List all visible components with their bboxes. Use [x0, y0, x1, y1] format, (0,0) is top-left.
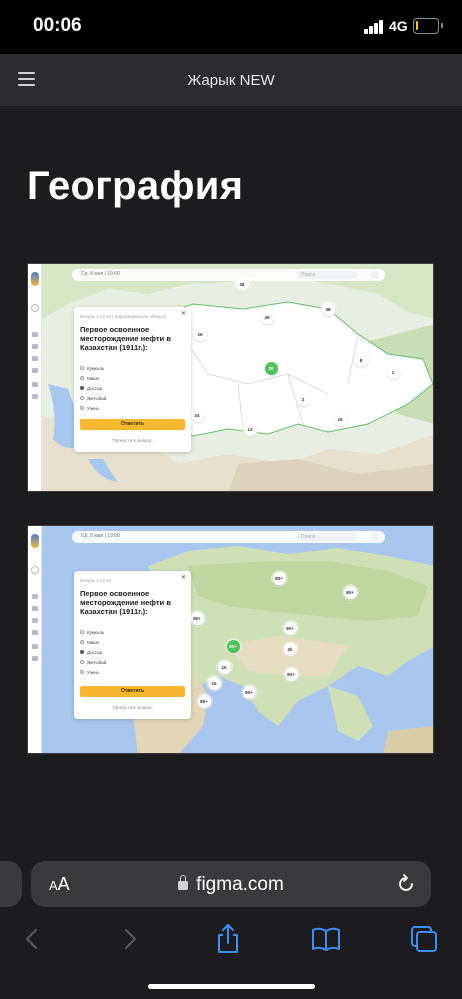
sidebar-icon-grid — [32, 594, 38, 599]
map-cluster[interactable]: 1 — [386, 365, 400, 379]
map-cluster[interactable]: 26 — [193, 327, 207, 341]
bell-icon[interactable] — [371, 271, 379, 279]
map-cluster[interactable]: 80+ — [190, 611, 204, 625]
url-text: figma.com — [196, 874, 284, 895]
map-cluster[interactable]: 8 — [354, 353, 368, 367]
home-indicator[interactable] — [148, 984, 315, 989]
map-cluster[interactable]: 24 — [190, 408, 204, 422]
signal-icon — [364, 20, 384, 34]
compass-icon — [31, 566, 39, 574]
quiz-card: Вопрос 1 из 10 | Карагандинская область … — [74, 307, 191, 452]
map-cluster[interactable]: 13 — [243, 422, 257, 436]
lock-icon — [178, 875, 189, 890]
status-bar: 00:06 4G — [0, 0, 462, 54]
back-icon[interactable] — [15, 922, 49, 956]
answer-button[interactable]: Ответить — [80, 419, 185, 430]
sidebar-icon-trophy — [32, 382, 38, 387]
map-date: Ср, 8 мая | 19:00 — [81, 271, 120, 277]
map-topbar: Ср, 8 мая | 19:00 Поиск — [72, 531, 385, 543]
map-cluster[interactable]: 38 — [321, 302, 335, 316]
page-title: География — [27, 164, 244, 208]
browser-nav-row — [0, 918, 462, 962]
quiz-option[interactable]: Кумколь — [80, 627, 106, 637]
map-date: Ср, 8 мая | 19:00 — [81, 533, 120, 539]
forward-icon[interactable] — [113, 922, 147, 956]
map-cluster[interactable]: 15 — [207, 676, 221, 690]
map-search-input[interactable]: Поиск — [297, 533, 357, 541]
quiz-option[interactable]: Жетыбай — [80, 393, 106, 403]
status-time: 00:06 — [33, 15, 82, 36]
quiz-question: Первое освоенное месторождение нефти в К… — [80, 589, 171, 616]
browser-toolbar: AA figma.com — [0, 858, 462, 999]
quiz-option[interactable]: Макат — [80, 637, 106, 647]
share-icon[interactable] — [211, 922, 245, 956]
map-preview-eurasia[interactable]: Ср, 8 мая | 19:00 Поиск Вопрос 1 из 10 ✕… — [27, 525, 434, 754]
sidebar-icon-list — [32, 606, 38, 611]
map-cluster[interactable]: 10 — [217, 660, 231, 674]
close-icon[interactable]: ✕ — [180, 575, 187, 582]
map-search-input[interactable]: Поиск — [297, 271, 357, 279]
network-type: 4G — [389, 18, 408, 34]
reload-icon[interactable] — [395, 873, 417, 895]
map-preview-kazakhstan[interactable]: Ср, 8 мая | 19:00 Поиск Вопрос 1 из 10 |… — [27, 263, 434, 492]
mini-sidebar — [28, 526, 42, 753]
main-content: География Ср, 8 мая | 19:00 Поиск Вопрос… — [0, 106, 462, 858]
map-cluster[interactable]: 80+ — [343, 585, 357, 599]
sidebar-icon-grid — [32, 332, 38, 337]
quiz-option[interactable]: Кумколь — [80, 363, 106, 373]
quiz-option[interactable]: Узень — [80, 667, 106, 677]
sidebar-icon-list — [32, 344, 38, 349]
battery-level — [416, 21, 418, 30]
tabs-icon[interactable] — [407, 922, 441, 956]
map-cluster-active[interactable]: 30 — [264, 361, 278, 375]
skip-question-link[interactable]: Пропустить вопрос — [74, 438, 191, 443]
sidebar-icon-book — [32, 394, 38, 399]
bell-icon[interactable] — [371, 533, 379, 541]
sidebar-icon-doc — [32, 368, 38, 373]
map-cluster[interactable]: 2 — [296, 392, 310, 406]
map-cluster[interactable]: 80+ — [284, 667, 298, 681]
answer-button[interactable]: Ответить — [80, 686, 185, 697]
quiz-question: Первое освоенное месторождение нефти в К… — [80, 325, 171, 352]
map-cluster[interactable]: 26 — [235, 277, 249, 291]
app-logo — [31, 534, 39, 548]
sidebar-icon-chart — [32, 356, 38, 361]
close-icon[interactable]: ✕ — [180, 311, 187, 318]
map-cluster-active[interactable]: 80+ — [226, 639, 240, 653]
map-cluster[interactable]: 2k — [283, 642, 297, 656]
map-cluster[interactable]: 80+ — [242, 685, 256, 699]
bookmarks-icon[interactable] — [309, 922, 343, 956]
quiz-option[interactable]: Узень — [80, 403, 106, 413]
quiz-option[interactable]: Доссор — [80, 647, 106, 657]
quiz-options: Кумколь Макат Доссор Жетыбай Узень — [80, 627, 106, 677]
quiz-options: Кумколь Макат Доссор Жетыбай Узень — [80, 363, 106, 413]
quiz-meta: Вопрос 1 из 10 — [80, 578, 112, 583]
quiz-meta: Вопрос 1 из 10 | Карагандинская область — [80, 314, 167, 319]
app-logo — [31, 272, 39, 286]
sidebar-icon-book — [32, 656, 38, 661]
quiz-card: Вопрос 1 из 10 ✕ Первое освоенное местор… — [74, 571, 191, 719]
map-cluster[interactable]: 26 — [260, 310, 274, 324]
quiz-option[interactable]: Жетыбай — [80, 657, 106, 667]
map-cluster[interactable]: 80+ — [272, 571, 286, 585]
map-cluster[interactable]: 90+ — [283, 621, 297, 635]
map-cluster[interactable]: 80+ — [197, 694, 211, 708]
app-header: Жарык NEW — [0, 54, 462, 106]
map-cluster[interactable]: 15 — [333, 412, 347, 426]
battery-icon — [413, 18, 443, 34]
compass-icon — [31, 304, 39, 312]
sidebar-icon-trophy — [32, 644, 38, 649]
quiz-option[interactable]: Макат — [80, 373, 106, 383]
address-bar[interactable]: AA figma.com — [31, 861, 431, 907]
previous-tab-preview[interactable] — [0, 861, 22, 907]
sidebar-icon-doc — [32, 630, 38, 635]
map-topbar: Ср, 8 мая | 19:00 Поиск — [72, 269, 385, 281]
url-display[interactable]: figma.com — [31, 874, 431, 896]
mini-sidebar — [28, 264, 42, 491]
skip-question-link[interactable]: Пропустить вопрос — [74, 705, 191, 710]
sidebar-icon-chart — [32, 618, 38, 623]
quiz-option[interactable]: Доссор — [80, 383, 106, 393]
app-title: Жарык NEW — [187, 72, 275, 89]
